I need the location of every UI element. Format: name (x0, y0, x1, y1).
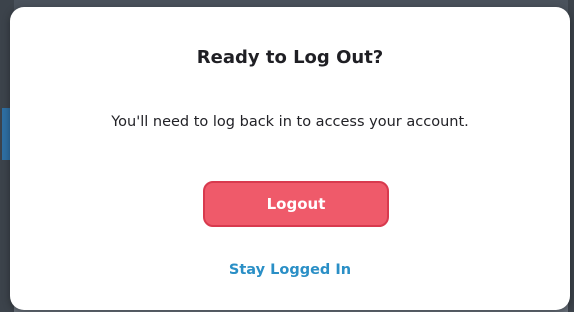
dialog-title: Ready to Log Out? (196, 47, 384, 68)
logout-confirmation-dialog: Ready to Log Out? You'll need to log bac… (10, 7, 570, 310)
dialog-message: You'll need to log back in to access you… (111, 114, 469, 130)
logout-button[interactable]: Logout (203, 181, 389, 227)
background-accent-mark (2, 108, 10, 160)
stay-logged-in-link[interactable]: Stay Logged In (10, 262, 570, 278)
